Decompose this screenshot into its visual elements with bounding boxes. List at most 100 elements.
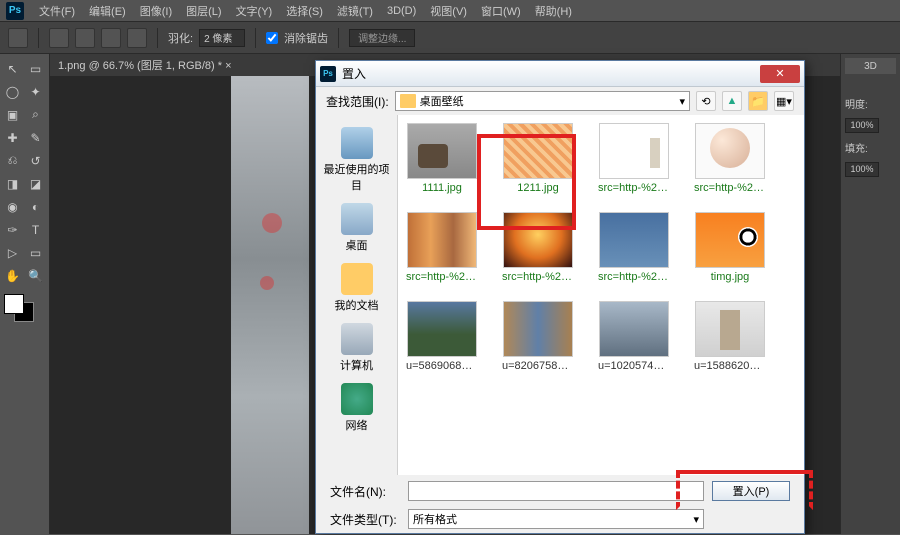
fill-input[interactable] (845, 162, 879, 177)
panel-3d-tab[interactable]: 3D (845, 58, 896, 74)
thumbnail-icon (407, 301, 477, 357)
right-panel: 3D 明度: 填充: (840, 54, 900, 534)
view-mode-icon[interactable]: ▦▾ (774, 91, 794, 111)
ps-logo: Ps (6, 2, 24, 20)
pen-tool-icon[interactable]: ✑ (2, 219, 23, 240)
folder-icon (400, 94, 416, 108)
file-item[interactable]: u=102057406... (598, 301, 670, 372)
filename-input[interactable] (408, 481, 704, 501)
thumbnail-icon (407, 123, 477, 179)
shape-tool-icon[interactable]: ▭ (25, 242, 46, 263)
filetype-dropdown[interactable]: 所有格式 ▾ (408, 509, 704, 529)
fill-label: 填充: (845, 140, 868, 155)
lasso-tool-icon[interactable]: ◯ (2, 81, 23, 102)
sidebar-desktop[interactable]: 桌面 (322, 199, 392, 257)
opacity-label: 明度: (845, 96, 868, 111)
thumbnail-icon (503, 212, 573, 268)
history-brush-icon[interactable]: ↺ (25, 150, 46, 171)
sidebar-recent[interactable]: 最近使用的项目 (322, 123, 392, 197)
selection-add-icon[interactable] (75, 28, 95, 48)
new-folder-icon[interactable]: 📁 (748, 91, 768, 111)
feather-input[interactable] (199, 29, 245, 47)
dodge-tool-icon[interactable]: ◐ (25, 196, 46, 217)
antialias-checkbox[interactable] (266, 32, 278, 44)
opacity-input[interactable] (845, 118, 879, 133)
filename-label: 文件名(N): (330, 483, 400, 500)
path-tool-icon[interactable]: ▷ (2, 242, 23, 263)
file-item[interactable]: src=http-%2F%... (598, 212, 670, 283)
nav-up-icon[interactable]: ▲ (722, 91, 742, 111)
menu-filter[interactable]: 滤镜(T) (330, 3, 380, 19)
refine-edge-button[interactable]: 调整边缘... (349, 29, 415, 47)
sidebar: 最近使用的项目 桌面 我的文档 计算机 网络 (316, 115, 398, 475)
file-item[interactable]: u=820675813,... (502, 301, 574, 372)
file-item[interactable]: src=http-%2F%... (598, 123, 670, 194)
thumbnail-icon (503, 123, 573, 179)
lookin-label: 查找范围(I): (326, 93, 389, 110)
blur-tool-icon[interactable]: ◉ (2, 196, 23, 217)
thumbnail-icon (599, 301, 669, 357)
thumbnail-icon (407, 212, 477, 268)
file-item[interactable]: timg.jpg (694, 212, 766, 283)
menu-view[interactable]: 视图(V) (423, 3, 474, 19)
file-item[interactable]: u=158862091... (694, 301, 766, 372)
dialog-ps-icon: Ps (320, 66, 336, 82)
toolbox: ↖ ▭ ◯ ✦ ▣ ⌕ ✚ ✎ ⎌ ↺ ◨ ◪ ◉ ◐ ✑ T ▷ ▭ ✋ 🔍 (0, 54, 50, 534)
thumbnail-icon (503, 301, 573, 357)
brush-tool-icon[interactable]: ✎ (25, 127, 46, 148)
computer-icon (341, 323, 373, 355)
current-tool-icon[interactable] (8, 28, 28, 48)
menu-layer[interactable]: 图层(L) (179, 3, 228, 19)
menu-select[interactable]: 选择(S) (279, 3, 330, 19)
dialog-titlebar[interactable]: Ps 置入 ✕ (316, 61, 804, 87)
hand-tool-icon[interactable]: ✋ (2, 265, 23, 286)
filetype-label: 文件类型(T): (330, 511, 400, 528)
thumbnail-icon (599, 212, 669, 268)
menu-help[interactable]: 帮助(H) (528, 3, 579, 19)
file-item[interactable]: src=http-%2F%... (406, 212, 478, 283)
menubar: Ps 文件(F) 编辑(E) 图像(I) 图层(L) 文字(Y) 选择(S) 滤… (0, 0, 900, 22)
feather-label: 羽化: (168, 30, 193, 46)
gradient-tool-icon[interactable]: ◪ (25, 173, 46, 194)
file-item[interactable]: src=http-%2F%... (502, 212, 574, 283)
color-swatch[interactable] (2, 294, 42, 324)
file-item[interactable]: src=http-%2F%... (694, 123, 766, 194)
menu-edit[interactable]: 编辑(E) (82, 3, 133, 19)
wand-tool-icon[interactable]: ✦ (25, 81, 46, 102)
crop-tool-icon[interactable]: ▣ (2, 104, 23, 125)
eraser-tool-icon[interactable]: ◨ (2, 173, 23, 194)
location-dropdown[interactable]: 桌面壁纸 ▾ (395, 91, 690, 111)
type-tool-icon[interactable]: T (25, 219, 46, 240)
menu-file[interactable]: 文件(F) (32, 3, 82, 19)
location-text: 桌面壁纸 (420, 93, 464, 109)
thumbnail-icon (695, 212, 765, 268)
stamp-tool-icon[interactable]: ⎌ (2, 150, 23, 171)
dialog-close-button[interactable]: ✕ (760, 65, 800, 83)
thumbnail-icon (695, 123, 765, 179)
selection-intersect-icon[interactable] (127, 28, 147, 48)
place-button[interactable]: 置入(P) (712, 481, 790, 501)
fg-color[interactable] (4, 294, 24, 314)
thumbnail-icon (695, 301, 765, 357)
nav-back-icon[interactable]: ⟲ (696, 91, 716, 111)
menu-window[interactable]: 窗口(W) (474, 3, 528, 19)
file-item[interactable]: 1211.jpg (502, 123, 574, 194)
sidebar-computer[interactable]: 计算机 (322, 319, 392, 377)
file-item[interactable]: u=586906862,... (406, 301, 478, 372)
eyedropper-tool-icon[interactable]: ⌕ (25, 104, 46, 125)
menu-image[interactable]: 图像(I) (133, 3, 179, 19)
selection-subtract-icon[interactable] (101, 28, 121, 48)
zoom-tool-icon[interactable]: 🔍 (25, 265, 46, 286)
selection-new-icon[interactable] (49, 28, 69, 48)
heal-tool-icon[interactable]: ✚ (2, 127, 23, 148)
move-tool-icon[interactable]: ↖ (2, 58, 23, 79)
options-bar: 羽化: 消除锯齿 调整边缘... (0, 22, 900, 54)
file-item[interactable]: 1111.jpg (406, 123, 478, 194)
sidebar-network[interactable]: 网络 (322, 379, 392, 437)
place-dialog: Ps 置入 ✕ 查找范围(I): 桌面壁纸 ▾ ⟲ ▲ 📁 ▦▾ 最近使用的项目… (315, 60, 805, 534)
menu-3d[interactable]: 3D(D) (380, 5, 423, 17)
dialog-title: 置入 (342, 65, 760, 82)
menu-type[interactable]: 文字(Y) (229, 3, 280, 19)
sidebar-documents[interactable]: 我的文档 (322, 259, 392, 317)
marquee-tool-icon[interactable]: ▭ (25, 58, 46, 79)
